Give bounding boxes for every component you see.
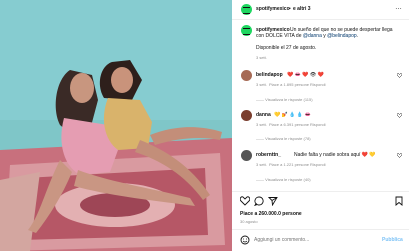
caption-avatar[interactable] bbox=[241, 25, 252, 36]
comment-likes[interactable]: Piace a 6.391 persone bbox=[269, 122, 309, 127]
caption-line2-pre: con DOLCE VITA de bbox=[256, 33, 303, 39]
like-icon[interactable] bbox=[240, 196, 250, 206]
emoji-icon[interactable] bbox=[240, 235, 250, 245]
caption-age: 3 sett. bbox=[256, 55, 267, 60]
view-replies-link[interactable]: —— Visualizza le risposte (40) bbox=[256, 177, 311, 182]
robernttn-avatar[interactable] bbox=[241, 150, 252, 161]
post-side-panel: spotifymexico • e altri 3 … spotifymexic… bbox=[232, 0, 409, 251]
like-comment-icon[interactable] bbox=[397, 113, 402, 118]
danna-avatar[interactable] bbox=[241, 110, 252, 121]
instagram-post-view: spotifymexico • e altri 3 … spotifymexic… bbox=[0, 0, 409, 251]
like-comment-icon[interactable] bbox=[397, 73, 402, 78]
view-replies-link[interactable]: —— Visualizza le risposte (115) bbox=[256, 97, 313, 102]
comment-username[interactable]: robernttn_ bbox=[256, 152, 281, 158]
comment-text: Nadie falta y nadie sobra aquí ❤️ 💛 bbox=[294, 152, 376, 158]
comment-icon[interactable] bbox=[254, 196, 264, 206]
comment-reply-button[interactable]: Rispondi bbox=[310, 122, 326, 127]
comment-text: ❤️ 👄 ❤️ 👁 ❤️ bbox=[287, 72, 324, 78]
actions-divider bbox=[232, 191, 409, 192]
comment-username[interactable]: belindapop bbox=[256, 72, 283, 78]
comment-age: 3 sett. bbox=[256, 82, 267, 87]
more-options-icon[interactable]: … bbox=[395, 4, 402, 11]
view-replies-link[interactable]: —— Visualizza le risposte (78) bbox=[256, 136, 311, 141]
comment-text: 💛 💅 💧 💧 👄 bbox=[274, 112, 311, 118]
header-username[interactable]: spotifymexico bbox=[256, 6, 290, 12]
spotify-avatar[interactable] bbox=[241, 4, 252, 15]
post-likes-count[interactable]: Piace a 260.000.0 persone bbox=[240, 211, 302, 217]
comment-username[interactable]: danna bbox=[256, 112, 271, 118]
view-replies-label: Visualizza le risposte (115) bbox=[265, 97, 313, 102]
header-separator: • bbox=[289, 6, 291, 12]
post-header: spotifymexico • e altri 3 … bbox=[232, 0, 409, 20]
save-icon[interactable] bbox=[394, 196, 404, 206]
comment-age: 3 sett. bbox=[256, 162, 267, 167]
post-image bbox=[0, 0, 232, 251]
belindapop-avatar[interactable] bbox=[241, 70, 252, 81]
comment-age: 3 sett. bbox=[256, 122, 267, 127]
caption-line2-end: . bbox=[356, 33, 359, 39]
header-collab-link[interactable]: e altri 3 bbox=[293, 6, 311, 12]
caption-line2: con DOLCE VITA de @danna y @belindapop. bbox=[256, 33, 358, 39]
mention-danna[interactable]: @danna bbox=[303, 33, 322, 39]
comment-reply-button[interactable]: Rispondi bbox=[310, 82, 326, 87]
comment-box-divider bbox=[232, 229, 409, 230]
mention-belindapop[interactable]: @belindapop bbox=[327, 33, 357, 39]
post-photo[interactable] bbox=[0, 0, 232, 251]
comment-input[interactable] bbox=[254, 236, 374, 244]
view-replies-label: Visualizza le risposte (78) bbox=[265, 136, 311, 141]
comment-reply-button[interactable]: Rispondi bbox=[310, 162, 326, 167]
like-comment-icon[interactable] bbox=[397, 153, 402, 158]
post-date: 30 agosto bbox=[240, 219, 258, 224]
comment-likes[interactable]: Piace a 1.221 persone bbox=[269, 162, 309, 167]
publish-button[interactable]: Pubblica bbox=[382, 237, 403, 243]
post-actions-bar bbox=[232, 196, 409, 206]
share-icon[interactable] bbox=[268, 196, 278, 206]
comment-likes[interactable]: Piace a 1.895 persone bbox=[269, 82, 309, 87]
caption-line3: Disponible el 27 de agosto. bbox=[256, 45, 317, 51]
view-replies-label: Visualizza le risposte (40) bbox=[265, 177, 311, 182]
